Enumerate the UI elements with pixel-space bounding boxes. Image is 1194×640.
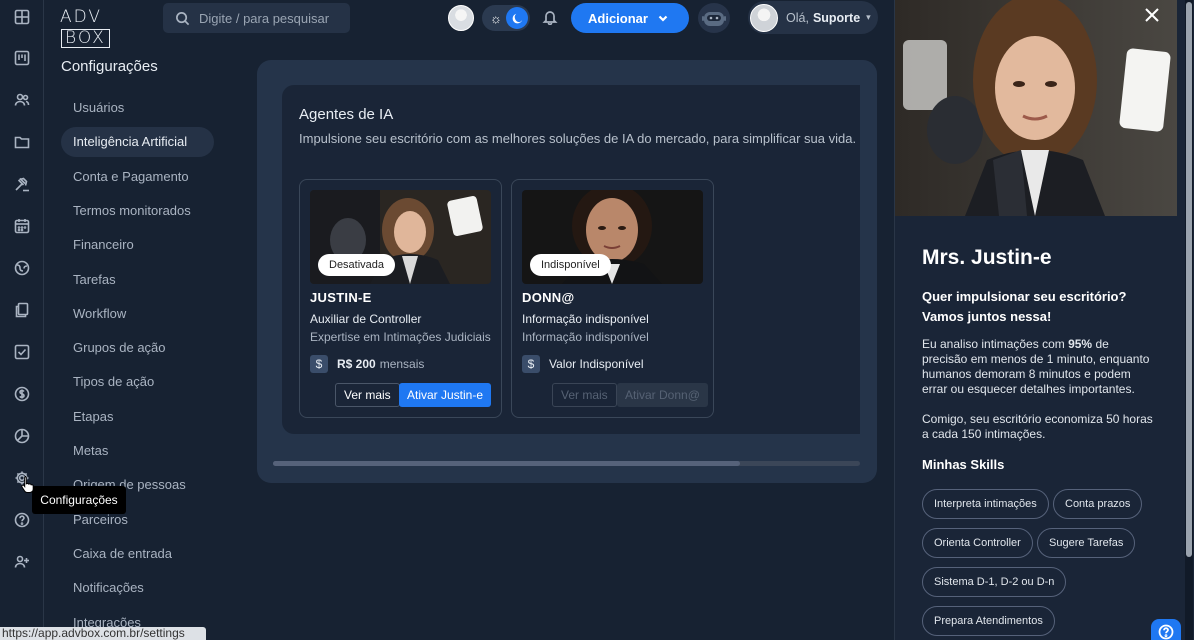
drawer-body-2: Comigo, seu escritório economiza 50 hora… [922, 412, 1153, 441]
kanban-icon[interactable] [11, 47, 33, 69]
agent-role: Auxiliar de Controller [310, 312, 422, 326]
documents-icon[interactable] [11, 299, 33, 321]
ai-agents-card: Agentes de IA Impulsione seu escritório … [257, 60, 877, 483]
status-badge: Indisponível [530, 254, 611, 276]
agent-price: $ R$ 200 mensais [310, 355, 424, 373]
chevron-down-icon [657, 12, 669, 24]
add-button[interactable]: Adicionar [571, 3, 689, 33]
agent-card-justin-e: Desativada JUSTIN-E Auxiliar de Controll… [299, 179, 502, 418]
theme-toggle[interactable]: ☼ [482, 5, 530, 31]
chart-pie-icon[interactable] [11, 425, 33, 447]
drawer-body: Eu analiso intimações com 95% de precisã… [922, 337, 1150, 396]
dashboard-icon[interactable] [11, 6, 33, 28]
skill-chip: Prepara Atendimentos [922, 606, 1055, 636]
agent-description: Expertise em Intimações Judiciais [310, 330, 491, 344]
users-icon[interactable] [11, 89, 33, 111]
settings-nav-item[interactable]: Tarefas [61, 265, 214, 295]
section-title: Agentes de IA [299, 106, 394, 123]
skill-chip: Orienta Controller [922, 528, 1033, 558]
gavel-icon[interactable] [11, 173, 33, 195]
skills-title: Minhas Skills [922, 457, 1005, 472]
settings-nav-item[interactable]: Termos monitorados [61, 196, 214, 226]
sun-icon: ☼ [490, 10, 502, 26]
price-value: R$ 200 [337, 357, 376, 371]
dollar-icon: $ [310, 355, 328, 373]
add-user-icon[interactable] [11, 551, 33, 573]
see-more-button[interactable]: Ver mais [552, 383, 617, 407]
tasks-check-icon[interactable] [11, 341, 33, 363]
folder-icon[interactable] [11, 131, 33, 153]
dollar-icon: $ [522, 355, 540, 373]
agent-description: Informação indisponível [522, 330, 649, 344]
settings-nav-item[interactable]: Caixa de entrada [61, 539, 214, 569]
link-status-bar: https://app.advbox.com.br/settings [0, 627, 206, 640]
skill-chip: Sistema D-1, D-2 ou D-n [922, 567, 1067, 597]
hand-cursor-icon [21, 476, 34, 493]
agent-photo: Desativada [310, 190, 491, 284]
agent-card-donna: Indisponível DONN@ Informação indisponív… [511, 179, 714, 418]
activate-justin-e-button[interactable]: Ativar Justin-e [399, 383, 492, 407]
search-icon [176, 11, 190, 25]
drawer-title: Mrs. Justin-e [922, 246, 1052, 269]
settings-nav-item[interactable]: Inteligência Artificial [61, 127, 214, 157]
skill-chip: Interpreta intimações [922, 489, 1049, 519]
dollar-icon[interactable] [11, 383, 33, 405]
bell-icon[interactable] [542, 9, 560, 27]
agent-hero-image [895, 0, 1177, 216]
settings-nav-item[interactable]: Etapas [61, 402, 214, 432]
avatar[interactable] [448, 5, 474, 31]
help-chat-button[interactable] [1151, 619, 1181, 640]
add-button-label: Adicionar [588, 10, 648, 26]
user-avatar [750, 3, 778, 32]
vertical-scrollbar[interactable] [1185, 0, 1193, 640]
help-icon[interactable] [11, 509, 33, 531]
settings-nav-item[interactable]: Metas [61, 436, 214, 466]
search-input[interactable] [199, 10, 349, 26]
horizontal-scrollbar[interactable] [273, 461, 860, 466]
settings-nav-item[interactable]: Tipos de ação [61, 367, 214, 397]
settings-nav-item[interactable]: Financeiro [61, 230, 214, 260]
settings-nav-item[interactable]: Workflow [61, 299, 214, 329]
drawer-lead: Quer impulsionar seu escritório? Vamos j… [922, 289, 1127, 324]
user-menu[interactable]: Olá, Suporte ▾ [748, 1, 878, 34]
help-icon [1158, 624, 1174, 640]
icon-rail [0, 0, 44, 640]
price-value: Valor Indisponível [549, 357, 644, 371]
settings-nav-item[interactable]: Usuários [61, 93, 214, 123]
skill-chip: Conta prazos [1053, 489, 1143, 519]
price-suffix: mensais [379, 357, 425, 371]
calendar-icon[interactable] [11, 215, 33, 237]
see-more-button[interactable]: Ver mais [335, 383, 400, 407]
agent-role: Informação indisponível [522, 312, 649, 326]
close-icon[interactable] [1145, 8, 1165, 28]
status-badge: Desativada [318, 254, 396, 276]
agent-photo: Indisponível [522, 190, 703, 284]
agents-panel: Agentes de IA Impulsione seu escritório … [282, 85, 860, 434]
moon-icon [506, 7, 528, 29]
agent-name: DONN@ [522, 290, 575, 305]
skill-chip: Sugere Tarefas [1037, 528, 1136, 558]
robot-assistant-icon[interactable] [698, 3, 730, 33]
chevron-down-icon: ▾ [866, 12, 871, 22]
settings-nav-item[interactable]: Conta e Pagamento [61, 162, 214, 192]
agent-name: JUSTIN-E [310, 290, 372, 305]
globe-icon[interactable] [11, 257, 33, 279]
greeting: Olá, [786, 10, 809, 25]
section-subtitle: Impulsione seu escritório com as melhore… [299, 131, 857, 146]
settings-title: Configurações [61, 58, 158, 75]
settings-nav-item[interactable]: Grupos de ação [61, 333, 214, 363]
tooltip: Configurações [32, 486, 126, 514]
settings-nav-item[interactable]: Notificações [61, 573, 214, 603]
agent-price: $ Valor Indisponível [522, 355, 644, 373]
search-bar[interactable] [163, 3, 350, 33]
advbox-logo[interactable]: ADVBOX [60, 7, 146, 48]
agent-details-drawer: Mrs. Justin-e Quer impulsionar seu escri… [894, 0, 1194, 640]
user-name: Suporte [812, 10, 861, 25]
activate-donna-button[interactable]: Ativar Donn@ [617, 383, 708, 407]
